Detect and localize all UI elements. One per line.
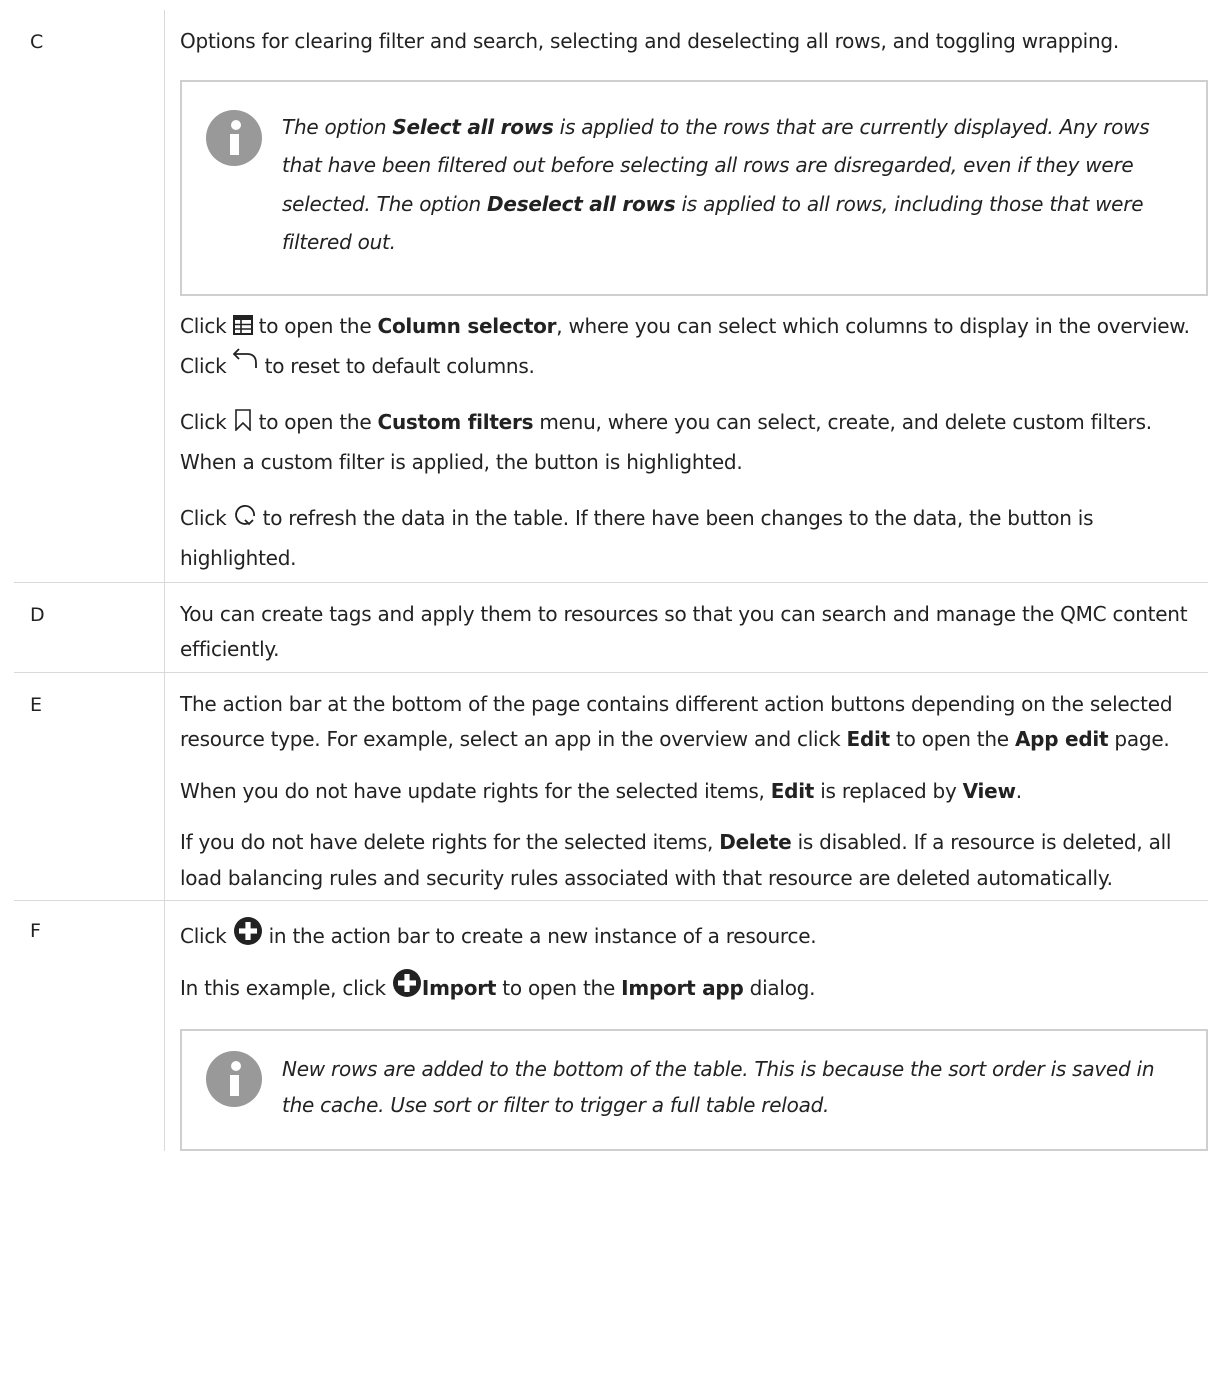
text-part: Click (180, 924, 233, 948)
definition-table: C Options for clearing filter and search… (14, 10, 1208, 1151)
row-key: F (14, 901, 165, 1151)
row-key: C (14, 10, 165, 582)
paragraph: In this example, click Import to open th… (180, 967, 1208, 1009)
info-icon (206, 1051, 262, 1107)
text-part: If you do not have delete rights for the… (180, 830, 720, 854)
text-part: to open the (252, 313, 378, 338)
info-icon (206, 109, 262, 166)
text-part: Click (180, 409, 233, 434)
paragraph: Options for clearing filter and search, … (180, 29, 1119, 53)
text-part: to open the (252, 409, 378, 434)
text-part: in the action bar to create a new instan… (262, 924, 817, 948)
note-text: New rows are added to the bottom of the … (282, 1057, 1155, 1117)
table-row: C Options for clearing filter and search… (14, 10, 1208, 583)
text-part: to open the (496, 976, 622, 1000)
row-value: Click in the action bar to create a new … (165, 901, 1208, 1151)
text-part: to refresh the data in the table. If the… (180, 505, 1094, 570)
bold-term: Column selector (377, 313, 557, 338)
text-part: Click (180, 313, 233, 338)
row-value: The action bar at the bottom of the page… (165, 673, 1208, 901)
paragraph: If you do not have delete rights for the… (180, 825, 1208, 896)
text-part: to open the (889, 727, 1015, 751)
paragraph: Click in the action bar to create a new … (180, 915, 1208, 957)
refresh-icon (234, 504, 255, 525)
row-value: Options for clearing filter and search, … (165, 10, 1208, 582)
paragraph: You can create tags and apply them to re… (180, 601, 1188, 662)
table-grid-icon (232, 314, 253, 335)
table-row: F Click in the action bar to create a ne… (14, 901, 1208, 1151)
text-part: In this example, click (180, 976, 392, 1000)
paragraph: The action bar at the bottom of the page… (180, 687, 1208, 758)
row-value: You can create tags and apply them to re… (165, 583, 1208, 672)
bookmark-icon (234, 408, 251, 431)
table-row: D You can create tags and apply them to … (14, 582, 1208, 673)
bold-term: View (962, 778, 1016, 803)
bold-term: Delete (719, 830, 792, 854)
bold-term: App edit (1014, 727, 1109, 751)
bold-term: Import app (621, 976, 744, 1000)
note-box: New rows are added to the bottom of the … (180, 1029, 1208, 1151)
text-part: When you do not have update rights for t… (180, 778, 771, 803)
row-key: D (14, 582, 165, 672)
table-row: E The action bar at the bottom of the pa… (14, 672, 1208, 901)
row-key: E (14, 672, 165, 900)
note-bold-term: Deselect all rows (487, 191, 676, 216)
bold-term: Custom filters (377, 409, 534, 434)
paragraph: Click to open the Custom filters menu, w… (180, 402, 1208, 482)
note-text-part: The option (282, 114, 393, 139)
paragraph: When you do not have update rights for t… (180, 774, 1208, 810)
note-bold-term: Select all rows (392, 114, 554, 139)
text-part: . (1015, 778, 1022, 803)
bold-term: Edit (846, 727, 891, 751)
text-part: is replaced by (814, 778, 963, 803)
text-part: page. (1108, 727, 1170, 751)
bold-term: Edit (770, 778, 815, 803)
plus-circle-icon (392, 969, 421, 997)
plus-circle-icon (233, 917, 262, 945)
paragraph: Click to refresh the data in the table. … (180, 498, 1208, 578)
undo-arrow-icon (232, 347, 257, 368)
paragraph: Click to open the Column selector, where… (180, 306, 1208, 386)
note-box: The option Select all rows is applied to… (180, 79, 1208, 296)
text-part: to reset to default columns. (258, 353, 535, 378)
bold-term: Import (421, 976, 497, 1000)
text-part: dialog. (743, 976, 816, 1000)
text-part: Click (180, 505, 233, 530)
note-text: The option Select all rows is applied to… (282, 108, 1176, 262)
